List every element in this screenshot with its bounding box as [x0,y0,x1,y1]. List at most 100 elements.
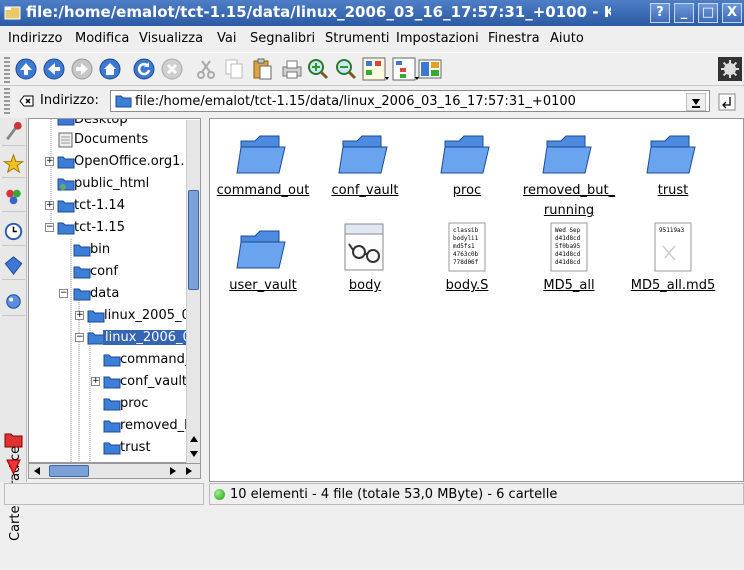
window-title: file:/home/emalot/tct-1.15/data/linux_20… [26,3,611,21]
toolbar-grip[interactable] [4,57,10,83]
public-html-icon [57,178,75,191]
konqueror-app-icon[interactable] [4,4,22,22]
status-text: 10 elementi - 4 file (totale 53,0 MByte)… [230,487,558,502]
print-icon[interactable] [280,57,304,81]
help-button[interactable]: ? [650,3,670,23]
file-item-trust[interactable]: trust [618,125,728,201]
text-preview-line: d41d8cd [555,259,581,266]
folder-icon [103,376,121,389]
close-button[interactable]: X [722,3,742,23]
stop-icon[interactable] [160,57,184,81]
text-preview-line: d41d8cd [555,235,581,242]
history-clock-icon[interactable] [2,218,25,246]
text-preview-line: 5f0ba95 [555,243,581,250]
bookmark-down-icon[interactable] [2,454,25,482]
horizontal-scroll-thumb[interactable] [49,465,89,477]
scroll-up-arrow-icon[interactable] [188,433,200,445]
location-value: file:/home/emalot/tct-1.15/data/linux_20… [135,94,576,109]
split-view-icon[interactable] [418,57,442,81]
menu-vai[interactable]: Vai [217,31,236,46]
scroll-down-arrow-icon[interactable] [188,448,200,460]
title-bar[interactable]: file:/home/emalot/tct-1.15/data/linux_20… [0,0,744,26]
folder-tree[interactable]: Desktop Documents + OpenOffice.org1.1 pu… [28,118,201,463]
tree-expand-toggle[interactable]: + [91,377,100,386]
folder-icon [115,95,132,108]
folder-icon [103,398,121,411]
file-item-body-s[interactable]: classib bodyli1 md5fs1 4763c0b 778d06f b… [412,220,522,296]
menu-segnalibri[interactable]: Segnalibri [250,31,315,46]
file-item-md5-all-md5[interactable]: 95119a3 MD5_all.md5 [618,220,728,296]
file-item-user-vault[interactable]: user_vault [208,220,318,296]
tree-collapse-toggle[interactable]: − [45,223,54,232]
red-folder-icon[interactable] [2,426,25,454]
text-file-icon: Wed Sep d41d8cd 5f0ba95 d41d8cd d41d8cd [550,222,588,272]
tree-expand-toggle[interactable]: + [75,311,84,320]
menu-aiuto[interactable]: Aiuto [550,31,584,46]
tree-expand-toggle[interactable]: + [45,201,54,210]
sidebar-status-bar [4,483,204,505]
minimize-button[interactable]: _ [674,3,694,23]
folder-icon [57,200,75,213]
file-item-md5-all[interactable]: Wed Sep d41d8cd 5f0ba95 d41d8cd d41d8cd … [514,220,624,296]
maximize-button[interactable]: □ [698,3,718,23]
location-bar: Indirizzo: file:/home/emalot/tct-1.15/da… [0,87,744,115]
scroll-left-arrow-icon[interactable] [31,465,43,477]
home-folder-icon[interactable] [2,252,25,280]
tree-expand-toggle[interactable]: + [45,157,54,166]
forward-arrow-icon[interactable] [70,57,94,81]
menu-modifica[interactable]: Modifica [75,31,129,46]
menu-strumenti[interactable]: Strumenti [325,31,390,46]
file-item-removed-but-running[interactable]: removed_but_ running [514,125,624,221]
tree-view-mode-icon[interactable] [392,57,420,81]
menu-visualizza[interactable]: Visualizza [139,31,203,46]
folder-icon [57,156,75,169]
network-icon[interactable] [2,288,25,316]
menu-impostazioni[interactable]: Impostazioni [396,31,479,46]
scroll-thumb[interactable] [188,190,199,290]
zoom-in-icon[interactable] [306,57,330,81]
reload-icon[interactable] [132,57,156,81]
bookmarks-star-icon[interactable] [2,150,25,178]
menu-indirizzo[interactable]: Indirizzo [8,31,63,46]
location-dropdown-chevron-down-icon[interactable] [686,93,706,111]
folder-icon [103,354,121,367]
clear-location-icon[interactable] [18,93,34,109]
file-item-conf-vault[interactable]: conf_vault [310,125,420,201]
status-bar: 10 elementi - 4 file (totale 53,0 MByte)… [209,483,744,505]
document-glasses-icon [344,223,384,271]
folder-icon [73,266,91,279]
tree-collapse-toggle[interactable]: − [59,289,68,298]
menu-bar: Indirizzo Modifica Visualizza Vai Segnal… [0,26,744,51]
text-preview-line: 778d06f [453,259,479,266]
cut-icon[interactable] [194,57,218,81]
text-file-icon: classib bodyli1 md5fs1 4763c0b 778d06f [448,222,486,272]
scroll-right-arrow-icon[interactable] [167,465,179,477]
up-arrow-icon[interactable] [14,57,38,81]
services-icon[interactable] [2,184,25,212]
go-location-icon[interactable] [718,93,736,111]
icon-view-mode-icon[interactable] [362,57,390,81]
file-item-proc[interactable]: proc [412,125,522,201]
tools-icon[interactable] [2,118,25,146]
copy-icon[interactable] [222,57,246,81]
text-preview-line: 4763c0b [453,251,479,258]
back-arrow-icon[interactable] [42,57,66,81]
home-icon[interactable] [98,57,122,81]
zoom-out-icon[interactable] [334,57,358,81]
main-toolbar [0,52,744,86]
folder-icon [646,135,696,174]
file-item-command-out[interactable]: command_out [208,125,318,201]
scroll-right-end-arrow-icon[interactable] [183,465,195,477]
tree-collapse-toggle[interactable]: − [75,333,84,342]
file-icon-view[interactable]: command_out conf_vault proc removed_but_… [209,118,744,482]
paste-icon[interactable] [250,57,274,81]
tree-vertical-scrollbar[interactable] [186,120,200,463]
file-item-body[interactable]: body [310,220,420,296]
folder-icon [440,135,490,174]
location-input[interactable]: file:/home/emalot/tct-1.15/data/linux_20… [110,90,710,112]
menu-finestra[interactable]: Finestra [488,31,540,46]
tree-horizontal-scrollbar[interactable] [28,463,201,479]
location-grip[interactable] [4,88,10,114]
konqueror-gear-icon[interactable] [718,57,742,81]
folder-icon [103,442,121,455]
